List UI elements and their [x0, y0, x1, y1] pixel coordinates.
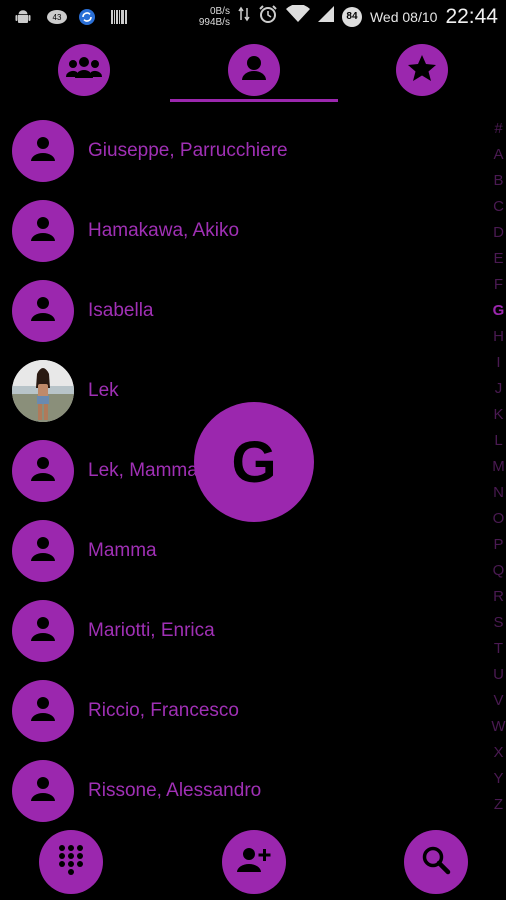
- index-letter[interactable]: J: [491, 376, 506, 402]
- contact-name: Giuseppe, Parrucchiere: [88, 140, 288, 161]
- index-letter[interactable]: Z: [491, 792, 506, 818]
- dialpad-button[interactable]: [39, 830, 103, 894]
- index-letter[interactable]: A: [491, 142, 506, 168]
- tab-groups[interactable]: [58, 44, 110, 96]
- index-letter[interactable]: B: [491, 168, 506, 194]
- signal-icon: [317, 5, 334, 28]
- index-letter[interactable]: G: [491, 298, 506, 324]
- index-letter[interactable]: S: [491, 610, 506, 636]
- index-letter[interactable]: K: [491, 402, 506, 428]
- contact-row[interactable]: Mariotti, Enrica: [0, 592, 490, 672]
- index-letter[interactable]: U: [491, 662, 506, 688]
- contact-name: Lek: [88, 380, 119, 401]
- net-up-speed: 0B/s: [209, 5, 230, 17]
- tab-indicator: [170, 99, 338, 102]
- contact-name: Rissone, Alessandro: [88, 780, 262, 801]
- person-icon: [29, 456, 57, 487]
- index-letter[interactable]: L: [491, 428, 506, 454]
- index-letter[interactable]: V: [491, 688, 506, 714]
- notification-count-icon: 43: [46, 8, 67, 26]
- status-time: 22:44: [445, 4, 498, 28]
- contact-avatar: [12, 680, 74, 742]
- person-icon: [29, 616, 57, 647]
- index-letter[interactable]: E: [491, 246, 506, 272]
- person-icon: [239, 53, 269, 88]
- wifi-icon: [285, 4, 310, 28]
- index-letter[interactable]: #: [491, 116, 506, 142]
- contact-avatar: [12, 520, 74, 582]
- bottom-action-bar: [0, 826, 506, 900]
- index-letter[interactable]: N: [491, 480, 506, 506]
- status-date: Wed 08/10: [369, 8, 438, 25]
- search-icon: [421, 845, 451, 880]
- index-letter[interactable]: M: [491, 454, 506, 480]
- barcode-icon: [110, 8, 128, 26]
- contact-avatar: [12, 760, 74, 822]
- contact-photo: [12, 360, 74, 422]
- contact-row[interactable]: Isabella: [0, 272, 490, 352]
- search-button[interactable]: [404, 830, 468, 894]
- contact-row[interactable]: Rissone, Alessandro: [0, 752, 490, 832]
- contact-row[interactable]: Riccio, Francesco: [0, 672, 490, 752]
- star-icon: [407, 53, 437, 88]
- contact-avatar: [12, 440, 74, 502]
- index-letter[interactable]: O: [491, 506, 506, 532]
- contact-avatar: [12, 200, 74, 262]
- index-letter[interactable]: F: [491, 272, 506, 298]
- contact-row[interactable]: Mamma: [0, 512, 490, 592]
- index-letter[interactable]: H: [491, 324, 506, 350]
- tab-favorites[interactable]: [396, 44, 448, 96]
- dialpad-icon: [58, 844, 84, 881]
- alarm-icon: [258, 4, 278, 29]
- index-letter[interactable]: D: [491, 220, 506, 246]
- contact-avatar: [12, 600, 74, 662]
- contact-avatar: [12, 120, 74, 182]
- network-speed: 0B/s 994B/s: [199, 6, 230, 28]
- index-letter[interactable]: C: [491, 194, 506, 220]
- alphabet-index[interactable]: # A B C D E F G H I J K L M N O P Q R S T U V W X Y Z: [491, 116, 506, 818]
- contact-name: Mariotti, Enrica: [88, 620, 215, 641]
- battery-icon: 84: [341, 6, 362, 27]
- index-letter[interactable]: Y: [491, 766, 506, 792]
- status-notifications: 43: [14, 8, 128, 26]
- contact-row[interactable]: Hamakawa, Akiko: [0, 192, 490, 272]
- contact-name: Isabella: [88, 300, 154, 321]
- contact-row[interactable]: Giuseppe, Parrucchiere: [0, 112, 490, 192]
- add-contact-button[interactable]: [222, 830, 286, 894]
- groups-icon: [65, 53, 103, 88]
- person-icon: [29, 296, 57, 327]
- index-letter[interactable]: X: [491, 740, 506, 766]
- index-letter[interactable]: I: [491, 350, 506, 376]
- contact-name: Mamma: [88, 540, 157, 561]
- person-icon: [29, 216, 57, 247]
- fast-scroll-letter: G: [194, 402, 314, 522]
- net-down-speed: 994B/s: [198, 16, 230, 28]
- notification-badge-text: 43: [53, 13, 62, 22]
- person-icon: [29, 136, 57, 167]
- tab-contacts[interactable]: [228, 44, 280, 96]
- index-letter[interactable]: T: [491, 636, 506, 662]
- person-icon: [29, 536, 57, 567]
- contact-name: Riccio, Francesco: [88, 700, 239, 721]
- contact-avatar: [12, 280, 74, 342]
- person-icon: [29, 696, 57, 727]
- status-bar: 43 0B/s 994B/s 84 Wed 08/10 22:44: [0, 0, 506, 38]
- data-transfer-icon: [238, 6, 250, 27]
- android-icon: [14, 8, 32, 26]
- contact-name: Hamakawa, Akiko: [88, 220, 240, 241]
- index-letter[interactable]: P: [491, 532, 506, 558]
- status-system: 0B/s 994B/s 84 Wed 08/10 22:44: [199, 4, 498, 29]
- add-contact-icon: [236, 846, 272, 879]
- index-letter[interactable]: Q: [491, 558, 506, 584]
- index-letter[interactable]: W: [491, 714, 506, 740]
- sync-icon: [78, 8, 96, 26]
- tab-bar: [0, 40, 506, 104]
- contact-name: Lek, Mamma: [88, 460, 198, 481]
- person-icon: [29, 776, 57, 807]
- index-letter[interactable]: R: [491, 584, 506, 610]
